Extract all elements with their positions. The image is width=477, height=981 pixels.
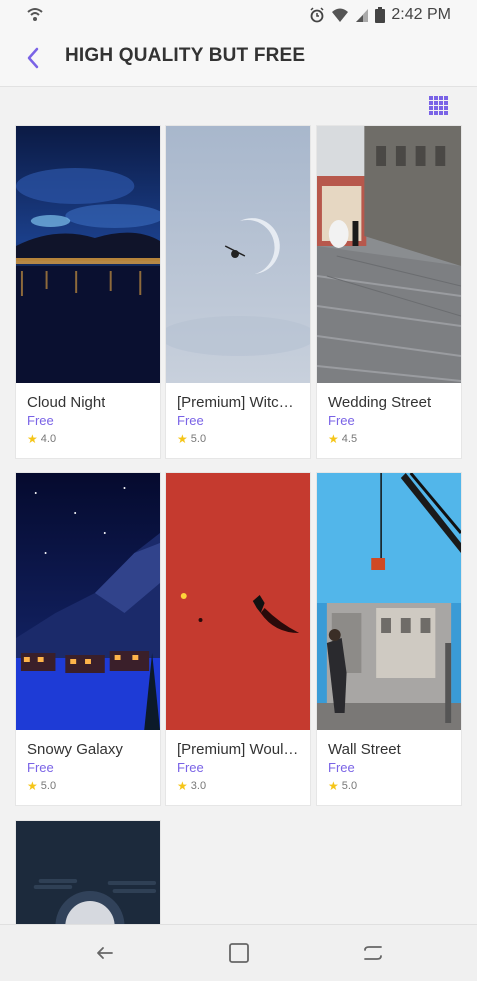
grid-view-icon[interactable] bbox=[429, 96, 449, 116]
wallpaper-price: Free bbox=[27, 413, 54, 428]
wallpaper-name: Wedding Street bbox=[328, 394, 432, 411]
wallpaper-rating: ★ 5.0 bbox=[177, 432, 206, 446]
wallpaper-name: Snowy Galaxy bbox=[27, 741, 123, 758]
page-title: HIGH QUALITY BUT FREE bbox=[65, 45, 306, 66]
star-icon: ★ bbox=[177, 779, 188, 793]
recents-icon[interactable] bbox=[360, 940, 386, 966]
star-icon: ★ bbox=[27, 432, 38, 446]
wallpaper-price: Free bbox=[328, 413, 355, 428]
rating-value: 5.0 bbox=[341, 780, 358, 792]
star-icon: ★ bbox=[27, 779, 38, 793]
wallpaper-price: Free bbox=[27, 760, 54, 775]
wallpaper-rating: ★ 5.0 bbox=[27, 779, 56, 793]
wallpaper-thumbnail bbox=[166, 126, 310, 383]
wifi-icon bbox=[332, 8, 349, 22]
rating-value: 4.0 bbox=[40, 433, 57, 445]
wallpaper-price: Free bbox=[328, 760, 355, 775]
wallpaper-rating: ★ 5.0 bbox=[328, 779, 357, 793]
rating-value: 4.5 bbox=[341, 433, 358, 445]
alarm-icon bbox=[310, 7, 324, 23]
wallpaper-price: Free bbox=[177, 413, 204, 428]
status-time: 2:42 PM bbox=[391, 6, 451, 23]
wallpaper-name: Cloud Night bbox=[27, 394, 106, 411]
signal-icon bbox=[356, 9, 369, 22]
wallpaper-name: Wall Street bbox=[328, 741, 401, 758]
rating-value: 5.0 bbox=[190, 433, 207, 445]
wallpaper-thumbnail bbox=[166, 473, 310, 730]
wallpaper-thumbnail bbox=[16, 126, 160, 383]
wallpaper-thumbnail bbox=[317, 126, 461, 383]
battery-icon bbox=[375, 7, 386, 23]
wallpaper-card-wall-street[interactable]: Wall Street Free ★ 5.0 bbox=[316, 472, 462, 806]
wallpaper-card-witchy[interactable]: [Premium] Witchy... Free ★ 5.0 bbox=[165, 125, 311, 459]
star-icon: ★ bbox=[177, 432, 188, 446]
wallpaper-price: Free bbox=[177, 760, 204, 775]
wallpaper-name: [Premium] Witchy... bbox=[177, 394, 301, 411]
wallpaper-card-would[interactable]: [Premium] Would ... Free ★ 3.0 bbox=[165, 472, 311, 806]
wallpaper-thumbnail bbox=[317, 473, 461, 730]
wallpaper-name: [Premium] Would ... bbox=[177, 741, 301, 758]
wallpaper-card-snowy-galaxy[interactable]: Snowy Galaxy Free ★ 5.0 bbox=[15, 472, 161, 806]
back-icon[interactable] bbox=[92, 940, 118, 966]
wallpaper-thumbnail bbox=[16, 821, 160, 930]
star-icon: ★ bbox=[328, 432, 339, 446]
wallpaper-thumbnail bbox=[16, 473, 160, 730]
star-icon: ★ bbox=[328, 779, 339, 793]
rating-value: 5.0 bbox=[40, 780, 57, 792]
home-icon[interactable] bbox=[226, 940, 252, 966]
chevron-left-icon[interactable] bbox=[20, 44, 48, 72]
wallpaper-card-partial[interactable] bbox=[15, 820, 161, 930]
wallpaper-rating: ★ 4.0 bbox=[27, 432, 56, 446]
wallpaper-card-wedding-street[interactable]: Wedding Street Free ★ 4.5 bbox=[316, 125, 462, 459]
navigation-bar bbox=[0, 924, 477, 981]
status-bar: 2:42 PM bbox=[0, 0, 477, 30]
wifi-calling-icon bbox=[27, 8, 43, 21]
wallpaper-rating: ★ 3.0 bbox=[177, 779, 206, 793]
rating-value: 3.0 bbox=[190, 780, 207, 792]
wallpaper-rating: ★ 4.5 bbox=[328, 432, 357, 446]
app-header: HIGH QUALITY BUT FREE bbox=[0, 30, 477, 87]
wallpaper-card-cloud-night[interactable]: Cloud Night Free ★ 4.0 bbox=[15, 125, 161, 459]
